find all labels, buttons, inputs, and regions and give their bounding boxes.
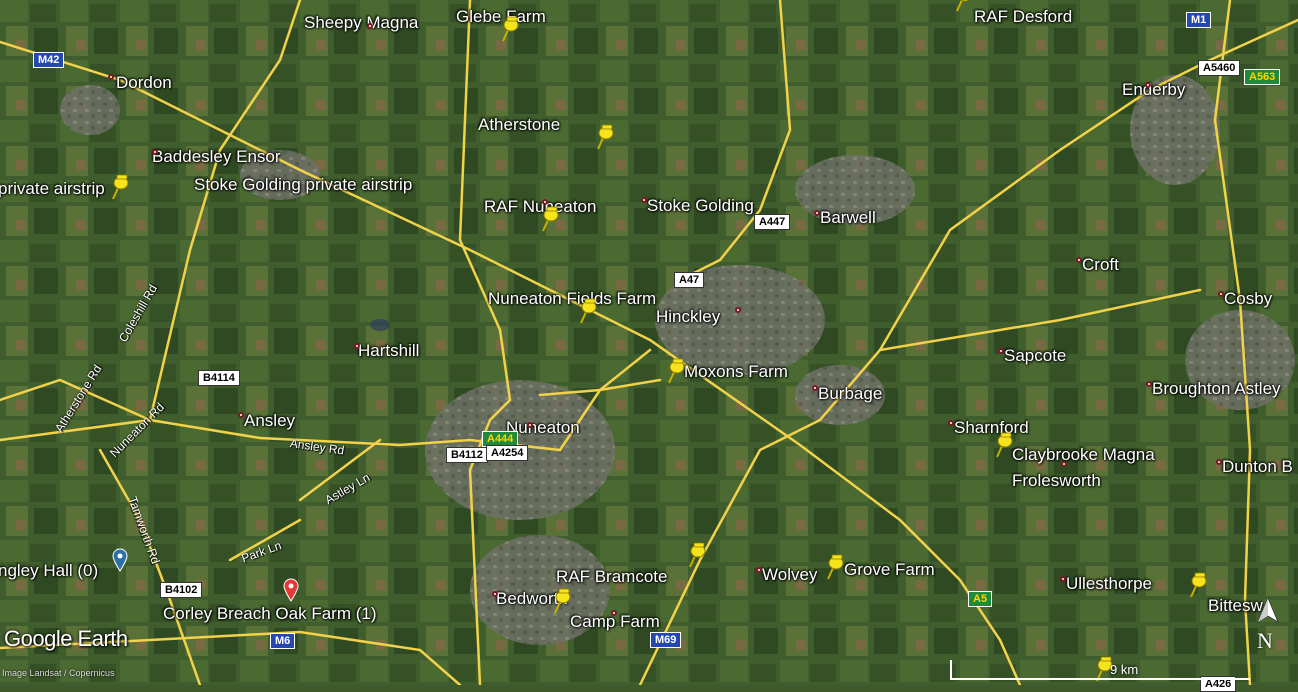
compass-label: N xyxy=(1257,628,1273,653)
pushpin-icon[interactable] xyxy=(498,16,520,42)
place-dot-icon[interactable] xyxy=(108,74,114,80)
place-dot-icon[interactable] xyxy=(238,412,244,418)
road-shield: B4102 xyxy=(160,582,203,598)
place-label[interactable]: Burbage xyxy=(818,385,882,402)
place-dot-icon[interactable] xyxy=(735,307,741,313)
place-label[interactable]: Hartshill xyxy=(358,342,419,359)
place-dot-icon[interactable] xyxy=(948,420,954,426)
road-shield: A5460 xyxy=(1198,60,1241,76)
place-label[interactable]: Nuneaton Fields Farm xyxy=(488,290,656,307)
place-label[interactable]: Enderby xyxy=(1122,81,1185,98)
place-label[interactable]: Atherstone xyxy=(478,116,560,133)
place-dot-icon[interactable] xyxy=(354,343,360,349)
place-label[interactable]: Ansley xyxy=(244,412,295,429)
place-label[interactable]: Hinckley xyxy=(656,308,720,325)
place-dot-icon[interactable] xyxy=(1145,82,1151,88)
road-shield: A5 xyxy=(968,591,993,607)
road-shield: B4112 xyxy=(446,447,488,463)
pushpin-icon[interactable] xyxy=(823,554,845,580)
place-dot-icon[interactable] xyxy=(527,422,533,428)
pushpin-icon[interactable] xyxy=(992,432,1014,458)
road-shield: A563 xyxy=(1244,69,1281,85)
place-label[interactable]: private airstrip xyxy=(0,180,105,197)
place-label[interactable]: Dunton B xyxy=(1222,458,1293,475)
place-label[interactable]: Grove Farm xyxy=(844,561,935,578)
red-marker-icon[interactable] xyxy=(283,578,305,604)
pushpin-icon[interactable] xyxy=(550,588,572,614)
pushpin-icon[interactable] xyxy=(108,174,130,200)
place-label[interactable]: Baddesley Ensor xyxy=(152,148,281,165)
place-label[interactable]: Broughton Astley xyxy=(1152,380,1281,397)
place-dot-icon[interactable] xyxy=(152,149,158,155)
place-label[interactable]: ngley Hall (0) xyxy=(0,562,98,579)
place-label[interactable]: Barwell xyxy=(820,209,876,226)
blue-marker-icon[interactable] xyxy=(112,548,134,574)
place-dot-icon[interactable] xyxy=(756,567,762,573)
place-dot-icon[interactable] xyxy=(641,197,647,203)
place-dot-icon[interactable] xyxy=(1060,576,1066,582)
place-label[interactable]: Frolesworth xyxy=(1012,472,1101,489)
road-shield: M6 xyxy=(270,633,296,649)
place-dot-icon[interactable] xyxy=(542,199,548,205)
place-label[interactable]: Wolvey xyxy=(762,566,817,583)
scale-bar: 9 km xyxy=(950,660,1250,680)
google-earth-logo: Google Earth xyxy=(4,626,128,651)
place-label[interactable]: RAF Desford xyxy=(974,8,1072,25)
place-label[interactable]: Claybrooke Magna xyxy=(1012,446,1155,463)
place-label[interactable]: Moxons Farm xyxy=(684,363,788,380)
place-dot-icon[interactable] xyxy=(611,610,617,616)
place-label[interactable]: Stoke Golding private airstrip xyxy=(194,176,412,193)
north-arrow-icon[interactable]: N xyxy=(1254,596,1282,656)
place-dot-icon[interactable] xyxy=(1216,459,1222,465)
place-dot-icon[interactable] xyxy=(367,23,373,29)
pushpin-icon[interactable] xyxy=(538,206,560,232)
pushpin-icon[interactable] xyxy=(1186,572,1208,598)
pushpin-icon[interactable] xyxy=(952,0,974,12)
road-shield: A447 xyxy=(754,214,791,230)
place-dot-icon[interactable] xyxy=(492,591,498,597)
road-shield: M1 xyxy=(1186,12,1212,28)
place-dot-icon[interactable] xyxy=(1061,461,1067,467)
place-label[interactable]: Stoke Golding xyxy=(647,197,754,214)
road-shield: B4114 xyxy=(198,370,240,386)
place-dot-icon[interactable] xyxy=(814,210,820,216)
road-shield: M69 xyxy=(650,632,682,648)
place-dot-icon[interactable] xyxy=(1218,291,1224,297)
pushpin-icon[interactable] xyxy=(593,124,615,150)
pushpin-icon[interactable] xyxy=(576,298,598,324)
place-dot-icon[interactable] xyxy=(1076,257,1082,263)
place-dot-icon[interactable] xyxy=(998,348,1004,354)
place-label[interactable]: Corley Breach Oak Farm (1) xyxy=(163,605,377,622)
place-dot-icon[interactable] xyxy=(812,385,818,391)
pushpin-icon[interactable] xyxy=(685,542,707,568)
pushpin-icon[interactable] xyxy=(664,358,686,384)
place-label[interactable]: Sheepy Magna xyxy=(304,14,418,31)
place-label[interactable]: Dordon xyxy=(116,74,172,91)
road-shield: A47 xyxy=(674,272,705,288)
place-label[interactable]: Sapcote xyxy=(1004,347,1066,364)
road-shield: A4254 xyxy=(486,445,529,461)
image-attribution: Image Landsat / Copernicus xyxy=(2,668,115,678)
place-label[interactable]: Cosby xyxy=(1224,290,1272,307)
scale-label: 9 km xyxy=(1110,662,1139,677)
place-label[interactable]: Croft xyxy=(1082,256,1119,273)
place-label[interactable]: RAF Bramcote xyxy=(556,568,667,585)
place-label[interactable]: Ullesthorpe xyxy=(1066,575,1152,592)
place-dot-icon[interactable] xyxy=(1146,381,1152,387)
road-shield: M42 xyxy=(33,52,65,68)
